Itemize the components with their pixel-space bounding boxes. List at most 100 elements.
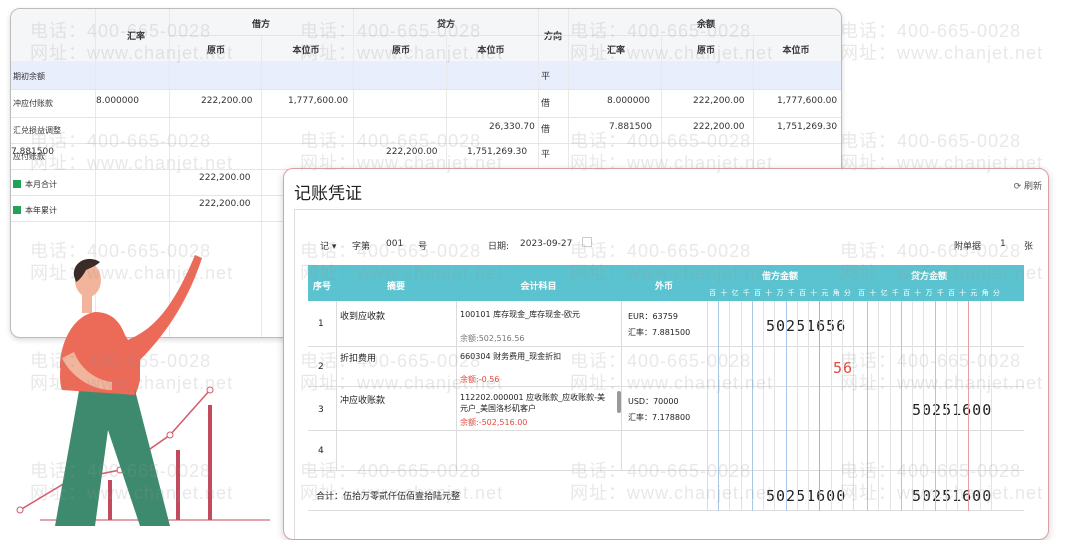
watermark: 电话：400-665-0028 网址：www.chanjet.net [840, 21, 1044, 63]
digit-unit-label: 元 [970, 289, 978, 297]
digit-grid-line [740, 301, 742, 511]
digit-unit-label: 亿 [731, 289, 739, 297]
digit-unit-label: 十 [959, 289, 967, 297]
ledger-row-credit-base: 1,751,269.30 [467, 147, 528, 157]
digit-grid-line [934, 301, 936, 511]
voucher-number-input[interactable]: 001 [386, 239, 403, 249]
attachment-label: 附单据 [954, 242, 982, 252]
checkbox-icon[interactable] [13, 206, 21, 214]
digit-unit-label: 亿 [880, 289, 888, 297]
account-scrollbar[interactable] [617, 391, 621, 413]
row-seq: 4 [318, 446, 324, 456]
header-balance: 余额 [696, 20, 715, 30]
digit-unit-label: 角 [981, 289, 989, 297]
digit-unit-label: 分 [992, 289, 1000, 297]
row-balance: 余额:-0.56 [460, 375, 500, 384]
digit-unit-label: 千 [787, 289, 795, 297]
ledger-row-debit-orig: 222,200.00 [201, 96, 253, 106]
voucher-window: 记账凭证 ⟳ 刷新 记 ▾ 字第 001 号 日期: 2023-09-27 附单… [283, 168, 1049, 540]
row-balance: 余额:502,516.56 [460, 334, 525, 343]
checkbox-icon[interactable] [13, 180, 21, 188]
digit-grid-line [796, 301, 798, 511]
row-account[interactable]: 660304 财务费用_现金折扣 [460, 351, 561, 362]
digit-unit-label: 百 [754, 289, 762, 297]
digit-unit-label: 角 [832, 289, 840, 297]
table-row[interactable] [308, 431, 1024, 471]
header-balance-rate: 汇率 [606, 46, 625, 56]
header-summary: 摘要 [386, 282, 405, 292]
attachment-unit: 张 [1024, 242, 1034, 252]
header-credit-amount: 贷方金额 [910, 272, 947, 282]
header-debit: 借方 [251, 20, 270, 30]
row-summary[interactable]: 收到应收款 [340, 309, 385, 322]
credit-digit-units: 百十亿千百十万千百十元角分 [856, 288, 1002, 300]
digit-unit-label: 千 [936, 289, 944, 297]
row-summary[interactable]: 冲应收账款 [340, 393, 385, 406]
date-input[interactable]: 2023-09-27 [520, 239, 572, 249]
row-seq: 2 [318, 362, 324, 372]
row-account[interactable]: 100101 库存现金_库存现金-欧元 [460, 309, 580, 320]
header-debit-orig: 原币 [206, 46, 225, 56]
table-row[interactable] [308, 347, 1024, 387]
row-account[interactable]: 112202.000001 应收账款_应收账款-美元户_美国洛杉矶客户 [460, 392, 610, 414]
header-debit-base: 本位币 [292, 46, 320, 56]
digit-unit-label: 元 [821, 289, 829, 297]
row-exchange-rate[interactable]: 汇率：7.881500 [628, 327, 690, 338]
header-credit-orig: 原币 [391, 46, 410, 56]
ledger-row-label: 汇兑损益调整 [13, 126, 61, 135]
voucher-hao-label: 号 [418, 242, 428, 252]
ledger-row-balance-base: 1,777,600.00 [777, 96, 838, 106]
header-balance-orig: 原币 [696, 46, 715, 56]
row-summary[interactable]: 折扣费用 [340, 351, 376, 364]
header-seq: 序号 [312, 282, 331, 292]
table-row[interactable] [308, 301, 1024, 347]
date-label: 日期: [488, 242, 510, 252]
refresh-button[interactable]: ⟳ 刷新 [1014, 179, 1042, 192]
digit-grid-line [912, 301, 914, 511]
header-debit-amount: 借方金额 [761, 272, 798, 282]
total-debit: 50251600 [766, 487, 847, 505]
digit-unit-label: 千 [742, 289, 750, 297]
digit-unit-label: 百 [858, 289, 866, 297]
digit-unit-label: 千 [891, 289, 899, 297]
digit-grid-line [819, 301, 821, 511]
digit-grid-line [957, 301, 959, 511]
ledger-row-label: 本年累计 [13, 205, 57, 216]
person-illustration [16, 255, 270, 526]
attachment-count-input[interactable]: 1 [1000, 239, 1006, 249]
ledger-row-rate: 8.000000 [96, 96, 139, 106]
ledger-row-balance-base: 1,751,269.30 [777, 122, 838, 132]
digit-grid-line [889, 301, 891, 511]
digit-grid-line [763, 301, 765, 511]
dropdown-icon: ▾ [331, 242, 337, 252]
ledger-row-debit-orig: 222,200.00 [199, 199, 251, 209]
row-debit-amount[interactable]: 50251656 [766, 317, 846, 335]
digit-unit-label: 万 [925, 289, 933, 297]
digit-grid-line [841, 301, 843, 511]
digit-unit-label: 万 [776, 289, 784, 297]
header-balance-base: 本位币 [782, 46, 810, 56]
header-rate: 汇率 [126, 32, 145, 42]
digit-grid-line [900, 301, 902, 511]
digit-grid-line [808, 301, 810, 511]
row-exchange-rate[interactable]: 汇率：7.178800 [628, 412, 690, 423]
row-currency-amount[interactable]: USD：70000 [628, 396, 679, 407]
digit-grid-line [830, 301, 832, 511]
digit-grid-line [729, 301, 731, 511]
digit-grid-line [785, 301, 787, 511]
row-debit-amount[interactable]: 56 [833, 359, 853, 377]
ledger-row-debit-orig: 222,200.00 [199, 173, 251, 183]
row-currency-amount[interactable]: EUR：63759 [628, 311, 678, 322]
digit-grid-line [923, 301, 925, 511]
ledger-row-balance-orig: 222,200.00 [693, 96, 745, 106]
digit-unit-label: 十 [869, 289, 877, 297]
digit-unit-label: 十 [765, 289, 773, 297]
ledger-row-label: 本月合计 [13, 179, 57, 190]
digit-grid-line [751, 301, 753, 511]
ledger-row-direction: 借 [541, 99, 551, 109]
row-seq: 3 [318, 405, 324, 415]
calendar-icon[interactable] [582, 237, 592, 248]
ledger-row-label: 冲应付账款 [13, 99, 53, 108]
voucher-type-select[interactable]: 记 ▾ [320, 239, 336, 252]
digit-grid-line [878, 301, 880, 511]
